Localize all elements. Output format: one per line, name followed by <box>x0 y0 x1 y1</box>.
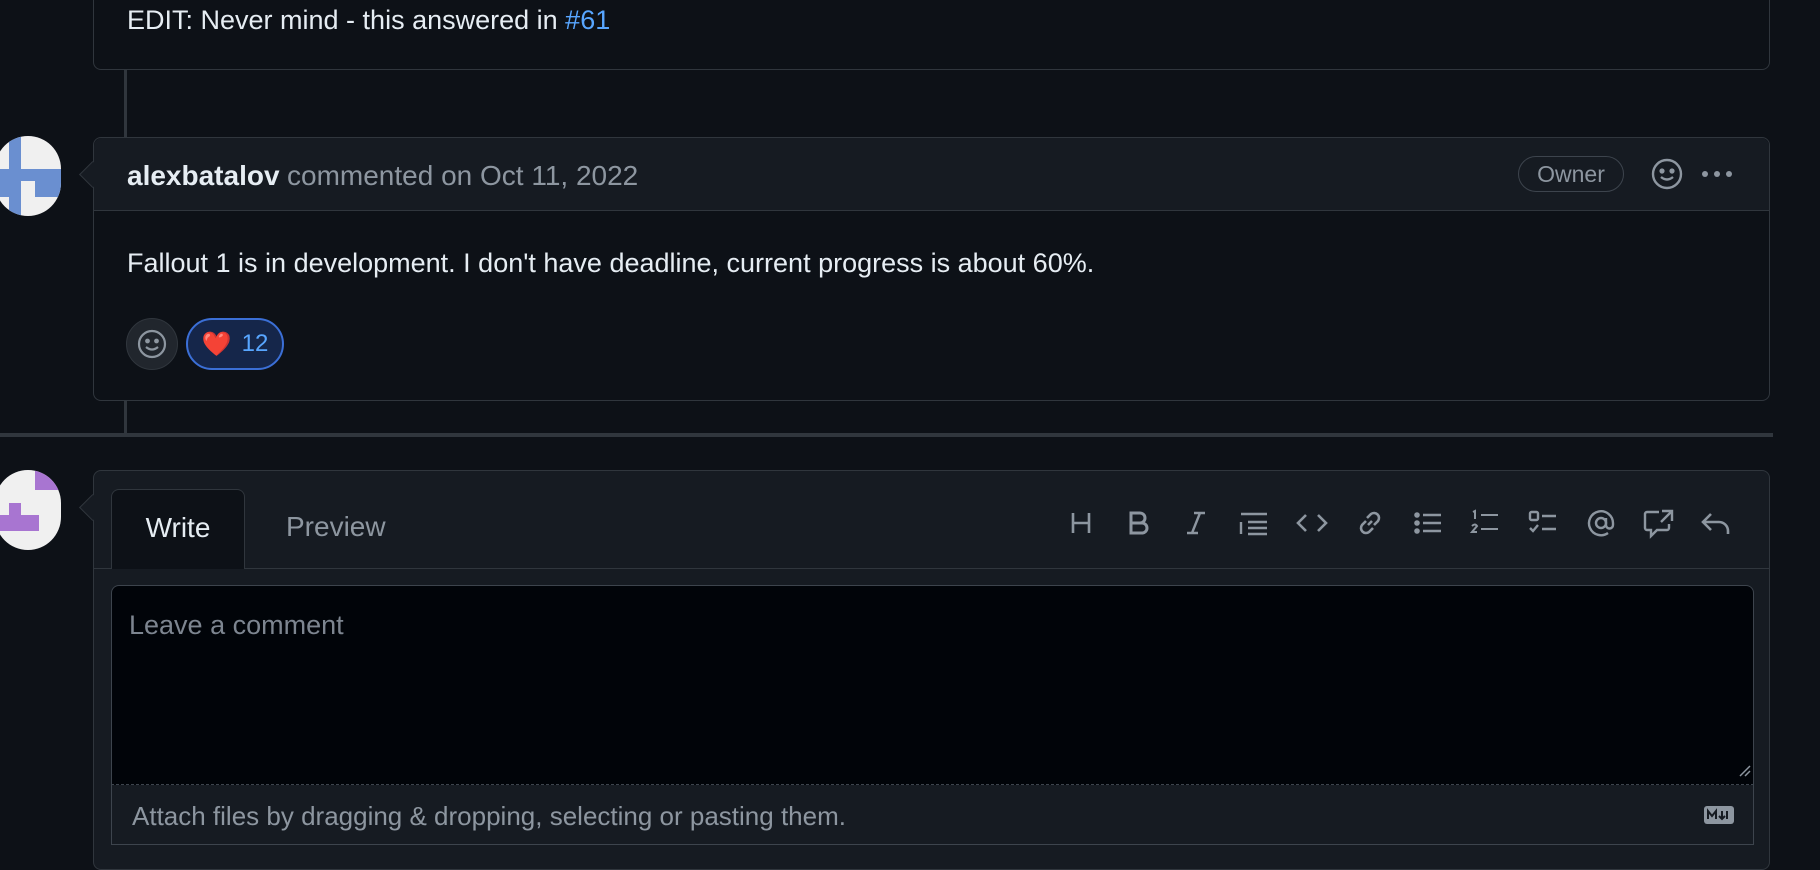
add-reaction-icon[interactable] <box>1649 156 1685 197</box>
composer-tabs: Write Preview <box>94 471 1769 569</box>
comment-composer: Write Preview Leave a comment Attach fil… <box>79 470 1770 870</box>
comment-body: Fallout 1 is in development. I don't hav… <box>127 248 1095 278</box>
comment-timestamp[interactable]: commented on Oct 11, 2022 <box>287 160 638 192</box>
timeline-line <box>124 400 127 434</box>
reply-icon[interactable] <box>1694 501 1738 545</box>
current-user-avatar[interactable] <box>0 470 61 550</box>
timeline-separator <box>0 433 1773 437</box>
cross-reference-icon[interactable] <box>1637 501 1681 545</box>
owner-badge: Owner <box>1518 156 1624 192</box>
comment-textarea[interactable]: Leave a comment <box>111 585 1754 785</box>
kebab-menu-icon[interactable] <box>1699 160 1735 193</box>
previous-comment-card: EDIT: Never mind - this answered in #61 <box>93 0 1770 70</box>
link-icon[interactable] <box>1348 501 1392 545</box>
comment-header: alexbatalov commented on Oct 11, 2022 Ow… <box>94 138 1769 211</box>
comment-author[interactable]: alexbatalov <box>127 160 280 192</box>
resize-handle-icon[interactable] <box>1737 763 1751 782</box>
heart-emoji: ❤️ <box>201 330 232 358</box>
heading-icon[interactable] <box>1059 501 1103 545</box>
tab-write[interactable]: Write <box>111 489 245 569</box>
italic-icon[interactable] <box>1174 501 1218 545</box>
task-list-icon[interactable] <box>1521 501 1565 545</box>
avatar[interactable] <box>0 136 61 216</box>
attach-files-bar[interactable]: Attach files by dragging & dropping, sel… <box>111 785 1754 845</box>
bulleted-list-icon[interactable] <box>1406 501 1450 545</box>
add-reaction-button[interactable] <box>126 318 178 370</box>
timeline-line <box>124 70 127 138</box>
numbered-list-icon[interactable] <box>1463 501 1507 545</box>
code-icon[interactable] <box>1290 501 1334 545</box>
previous-comment-body: EDIT: Never mind - this answered in #61 <box>127 5 611 35</box>
quote-icon[interactable] <box>1232 501 1276 545</box>
tab-preview[interactable]: Preview <box>274 489 398 569</box>
comment-card: alexbatalov commented on Oct 11, 2022 Ow… <box>79 137 1770 401</box>
markdown-icon[interactable] <box>1703 805 1735 830</box>
heart-reaction-button[interactable]: ❤️ 12 <box>186 318 284 370</box>
attach-files-hint: Attach files by dragging & dropping, sel… <box>132 801 846 831</box>
reaction-count: 12 <box>241 330 269 357</box>
comment-placeholder: Leave a comment <box>129 610 344 640</box>
smiley-icon <box>137 329 167 359</box>
bold-icon[interactable] <box>1116 501 1160 545</box>
mention-icon[interactable] <box>1579 501 1623 545</box>
issue-link[interactable]: #61 <box>565 5 610 35</box>
